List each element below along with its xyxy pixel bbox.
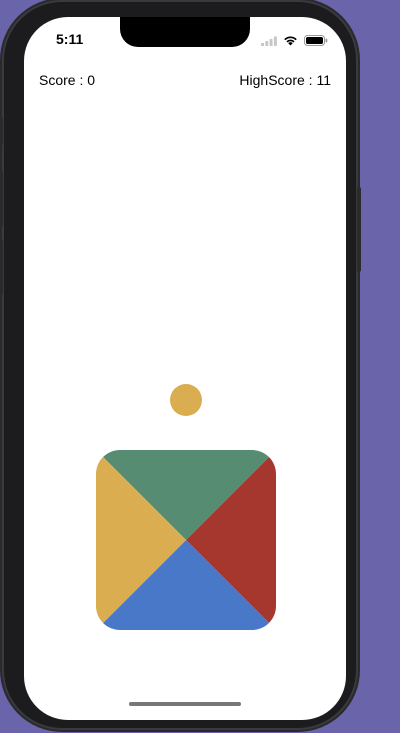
home-indicator[interactable] <box>129 702 241 706</box>
volume-up-button <box>0 172 3 227</box>
mute-switch <box>0 117 3 145</box>
score-label: Score : 0 <box>39 72 96 88</box>
game-screen: 5:11 Score: 0 HighScore: 11 <box>24 17 346 720</box>
wifi-icon <box>283 33 298 51</box>
battery-icon <box>304 33 328 51</box>
highscore-label: HighScore : 11 <box>239 72 331 88</box>
status-time: 5:11 <box>56 31 84 47</box>
cellular-signal-icon <box>261 33 277 51</box>
color-switch-board[interactable] <box>96 450 276 630</box>
power-button <box>357 187 361 272</box>
falling-ball <box>170 384 202 416</box>
status-icons <box>261 33 328 51</box>
phone-frame: 5:11 Score: 0 HighScore: 11 <box>0 2 361 728</box>
volume-down-button <box>0 240 3 295</box>
notch <box>120 17 250 47</box>
